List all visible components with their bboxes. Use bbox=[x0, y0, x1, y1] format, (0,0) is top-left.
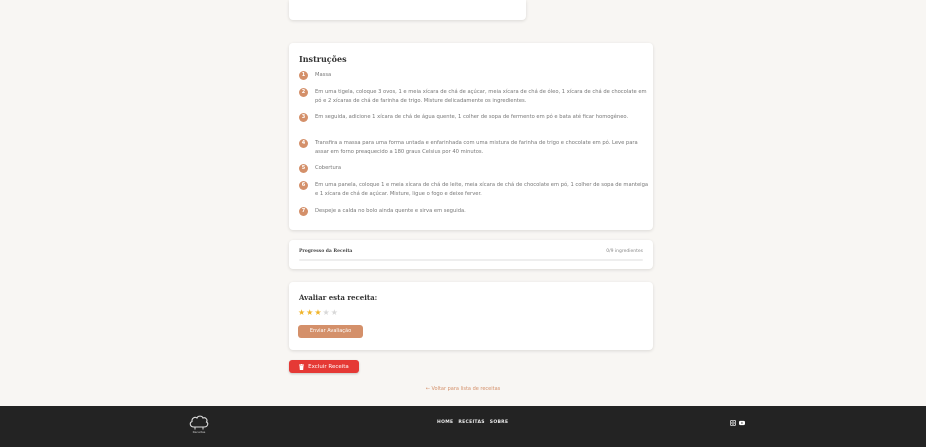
progress-count: 0/9 ingredientes bbox=[606, 249, 643, 254]
step-number: 4 bbox=[299, 139, 308, 148]
footer-logo-text: Receitas bbox=[192, 430, 206, 434]
rating-title: Avaliar esta receita: bbox=[299, 293, 378, 302]
youtube-icon[interactable] bbox=[739, 420, 745, 426]
footer: Receitas HOME RECEITAS SOBRE bbox=[0, 406, 926, 447]
step-text: Despeje a calda no bolo ainda quente e s… bbox=[315, 208, 466, 214]
instruction-step: 4 Transfira a massa para uma forma untad… bbox=[299, 139, 651, 156]
step-text: Cobertura bbox=[315, 165, 342, 171]
instruction-step: 2 Em uma tigela, coloque 3 ovos, 1 e mei… bbox=[299, 88, 651, 105]
footer-nav-home[interactable]: HOME bbox=[437, 420, 453, 425]
instructions-card: Instruções 1 Massa 2 Em uma tigela, colo… bbox=[289, 43, 653, 230]
ingredients-card-bottom bbox=[289, 0, 526, 20]
progress-label: Progresso da Receita bbox=[299, 249, 353, 254]
instruction-step: 6 Em uma panela, coloque 1 e meia xícara… bbox=[299, 181, 651, 198]
step-text: Em seguida, adicione 1 xícara de chá de … bbox=[315, 114, 629, 120]
footer-nav-about[interactable]: SOBRE bbox=[490, 420, 509, 425]
step-number: 7 bbox=[299, 207, 308, 216]
star-icon[interactable]: ★ bbox=[306, 308, 313, 318]
footer-social bbox=[730, 420, 745, 426]
star-icon[interactable]: ★ bbox=[298, 308, 305, 318]
step-number: 6 bbox=[299, 181, 308, 190]
step-number: 3 bbox=[299, 113, 308, 122]
footer-logo[interactable]: Receitas bbox=[187, 414, 211, 436]
footer-nav: HOME RECEITAS SOBRE bbox=[437, 420, 508, 425]
trash-icon bbox=[299, 363, 305, 370]
star-rating[interactable]: ★ ★ ★ ★ ★ bbox=[298, 308, 339, 318]
star-icon[interactable]: ★ bbox=[323, 308, 330, 318]
footer-nav-recipes[interactable]: RECEITAS bbox=[458, 420, 484, 425]
delete-recipe-label: Excluir Receita bbox=[308, 363, 349, 370]
progress-bar bbox=[299, 259, 643, 261]
step-number: 1 bbox=[299, 71, 308, 80]
instruction-step: 7 Despeje a calda no bolo ainda quente e… bbox=[299, 207, 651, 216]
instruction-step: 3 Em seguida, adicione 1 xícara de chá d… bbox=[299, 113, 651, 122]
step-number: 5 bbox=[299, 164, 308, 173]
chef-hat-icon bbox=[189, 415, 209, 430]
step-text: Em uma tigela, coloque 3 ovos, 1 e meia … bbox=[315, 89, 647, 104]
rating-card: Avaliar esta receita: ★ ★ ★ ★ ★ Enviar Avali… bbox=[289, 282, 653, 350]
delete-recipe-button[interactable]: Excluir Receita bbox=[289, 360, 359, 373]
star-icon[interactable]: ★ bbox=[331, 308, 338, 318]
step-text: Transfira a massa para uma forma untada … bbox=[315, 140, 638, 155]
back-to-recipes-link[interactable]: ← Voltar para lista de receitas bbox=[0, 386, 926, 392]
instructions-title: Instruções bbox=[299, 54, 347, 64]
step-number: 2 bbox=[299, 88, 308, 97]
step-text: Em uma panela, coloque 1 e meia xícara d… bbox=[315, 182, 649, 197]
instagram-icon[interactable] bbox=[730, 420, 736, 426]
submit-rating-button[interactable]: Enviar Avaliação bbox=[298, 325, 363, 338]
step-text: Massa bbox=[315, 72, 332, 78]
star-icon[interactable]: ★ bbox=[314, 308, 321, 318]
instruction-step: 5 Cobertura bbox=[299, 164, 651, 173]
instruction-step: 1 Massa bbox=[299, 71, 651, 80]
recipe-progress-card: Progresso da Receita 0/9 ingredientes bbox=[289, 240, 653, 269]
